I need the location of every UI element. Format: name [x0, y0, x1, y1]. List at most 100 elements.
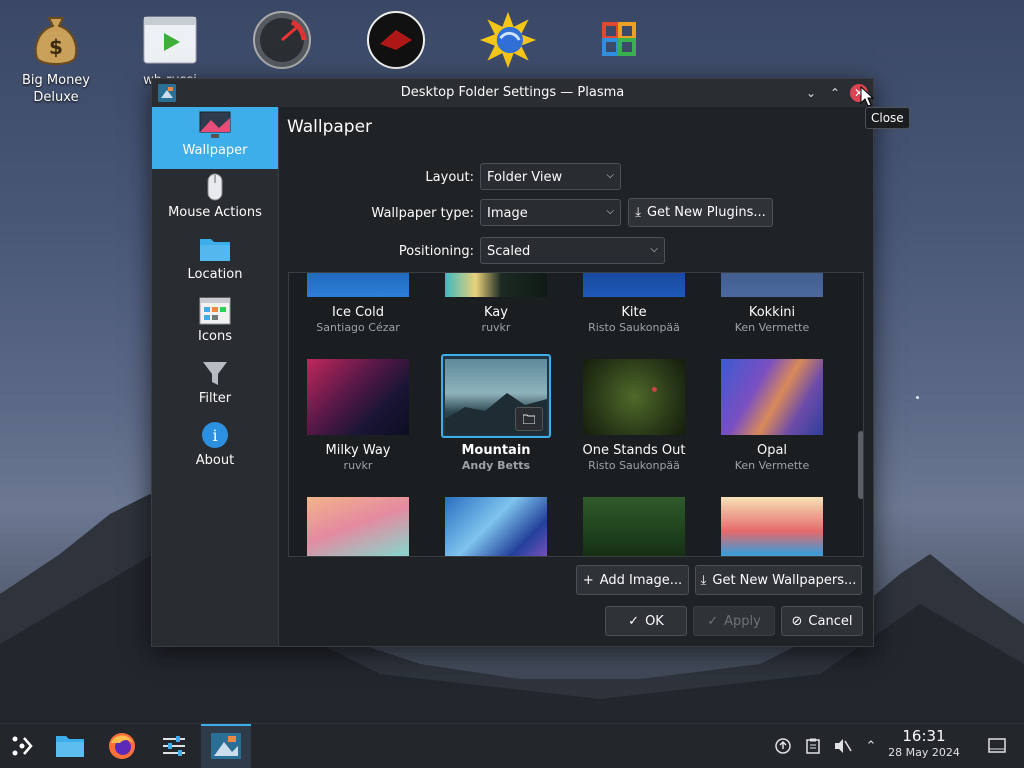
- firefox-icon: [109, 733, 135, 759]
- sidebar-item-label: Icons: [198, 329, 232, 344]
- apply-button[interactable]: ✓ Apply: [693, 606, 775, 636]
- desktop-icon-gauge[interactable]: [234, 10, 330, 70]
- svg-text:$: $: [49, 35, 63, 59]
- wallpaper-tile[interactable]: Milky Way ruvkr: [289, 359, 427, 472]
- wallpaper-tile[interactable]: [427, 497, 565, 556]
- desktop-icon-red-app[interactable]: [348, 10, 444, 70]
- video-player-icon: [140, 10, 200, 70]
- update-notifier-icon[interactable]: [774, 737, 792, 755]
- wallpaper-tile[interactable]: Kokkini Ken Vermette: [703, 273, 841, 334]
- office-suite-icon: [590, 10, 650, 70]
- chevron-up-icon[interactable]: ⌃: [862, 737, 880, 755]
- ok-button[interactable]: ✓ OK: [605, 606, 687, 636]
- wallpaper-tile[interactable]: [289, 497, 427, 556]
- close-tooltip: Close: [865, 107, 910, 129]
- positioning-select[interactable]: Scaled ⌵: [480, 237, 665, 264]
- sidebar-item-label: About: [195, 453, 235, 468]
- wallpaper-tile[interactable]: Kite Risto Saukonpää: [565, 273, 703, 334]
- wallpaper-author: ruvkr: [481, 321, 511, 334]
- wallpaper-tile[interactable]: [703, 497, 841, 556]
- download-icon: ⤓: [635, 205, 641, 220]
- mouse-icon: [199, 169, 231, 204]
- get-new-wallpapers-button[interactable]: ⤓ Get New Wallpapers...: [695, 565, 862, 595]
- sidebar-item-filter[interactable]: Filter: [152, 355, 278, 417]
- sidebar-item-icons[interactable]: Icons: [152, 293, 278, 355]
- clipboard-icon[interactable]: [804, 737, 822, 755]
- sidebar-item-mouse-actions[interactable]: Mouse Actions: [152, 169, 278, 231]
- wallpaper-author: Santiago Cézar: [316, 321, 400, 334]
- scrollbar-thumb[interactable]: [858, 431, 863, 499]
- wallpaper-thumbnail: [721, 273, 823, 297]
- add-image-button[interactable]: + Add Image...: [576, 565, 689, 595]
- clock-date: 28 May 2024: [888, 746, 960, 759]
- wallpaper-thumbnail: [583, 273, 685, 297]
- get-new-plugins-button[interactable]: ⤓ Get New Plugins...: [628, 198, 773, 227]
- wallpaper-name: Opal: [756, 443, 788, 458]
- positioning-value: Scaled: [487, 244, 531, 259]
- desktop-icon-big-money[interactable]: $ Big Money Deluxe: [8, 10, 104, 106]
- volume-muted-icon[interactable]: [834, 737, 852, 755]
- taskbar-firefox[interactable]: [106, 730, 138, 762]
- wallpaper-name: Mountain: [461, 443, 531, 458]
- wallpaper-thumbnail: [307, 497, 409, 556]
- sidebar-item-location[interactable]: Location: [152, 231, 278, 293]
- desktop-icon-office[interactable]: [572, 10, 668, 70]
- checkmark-icon: ✓: [628, 613, 640, 629]
- layout-label: Layout:: [425, 170, 474, 185]
- grid-scrollbar[interactable]: [858, 273, 863, 556]
- wallpaper-thumbnail: [445, 273, 547, 297]
- digital-clock[interactable]: 16:31 28 May 2024: [880, 728, 968, 761]
- window-title: Desktop Folder Settings — Plasma: [400, 85, 625, 100]
- minimize-button[interactable]: ⌄: [802, 84, 820, 102]
- wallpaper-type-select[interactable]: Image ⌵: [480, 199, 621, 226]
- wallpaper-tile[interactable]: One Stands Out Risto Saukonpää: [565, 359, 703, 472]
- wallpaper-thumbnail: [721, 359, 823, 435]
- sidebar-item-label: Filter: [198, 391, 232, 406]
- wallpaper-type-label: Wallpaper type:: [371, 206, 474, 221]
- wallpaper-tile[interactable]: [565, 497, 703, 556]
- sidebar-item-label: Mouse Actions: [168, 205, 262, 220]
- star: [916, 396, 919, 399]
- maximize-button[interactable]: ⌃: [826, 84, 844, 102]
- show-desktop-icon[interactable]: [988, 737, 1006, 755]
- chevron-down-icon: ⌵: [650, 244, 658, 255]
- wallpaper-name: Kokkini: [748, 305, 796, 320]
- chevron-up-icon: ⌃: [829, 86, 841, 100]
- wallpaper-author: Risto Saukonpää: [588, 321, 680, 334]
- wallpaper-tile[interactable]: Opal Ken Vermette: [703, 359, 841, 472]
- application-launcher[interactable]: [6, 730, 38, 762]
- speedometer-icon: [252, 10, 312, 70]
- wallpaper-thumbnail: [445, 359, 547, 435]
- taskbar-system-settings[interactable]: [158, 730, 190, 762]
- wallpaper-tile[interactable]: Kay ruvkr: [427, 273, 565, 334]
- desktop-icon-globe[interactable]: [460, 10, 556, 70]
- wallpaper-type-value: Image: [487, 206, 528, 221]
- wallpaper-name: Kay: [484, 305, 508, 320]
- sidebar-item-label: Location: [187, 267, 243, 282]
- layout-value: Folder View: [487, 170, 563, 185]
- funnel-icon: [199, 355, 231, 390]
- settings-dialog: Desktop Folder Settings — Plasma ⌄ ⌃ ✕ W…: [151, 78, 874, 647]
- wallpaper-tile-selected[interactable]: Mountain Andy Betts: [427, 359, 565, 472]
- wallpaper-icon: [199, 107, 231, 142]
- clock-time: 16:31: [902, 727, 946, 745]
- folder-overlay-icon[interactable]: [515, 407, 543, 431]
- wallpaper-grid[interactable]: Ice Cold Santiago Cézar Kay ruvkr Kite R…: [288, 272, 864, 557]
- taskbar-file-manager[interactable]: [54, 730, 86, 762]
- layout-select[interactable]: Folder View ⌵: [480, 163, 621, 190]
- sidebar-item-wallpaper[interactable]: Wallpaper: [152, 107, 278, 169]
- checkmark-icon: ✓: [707, 613, 719, 629]
- wallpaper-thumbnail: [307, 359, 409, 435]
- title-bar[interactable]: Desktop Folder Settings — Plasma ⌄ ⌃ ✕: [152, 79, 873, 107]
- wallpaper-tile[interactable]: Ice Cold Santiago Cézar: [289, 273, 427, 334]
- wallpaper-name: Milky Way: [325, 443, 391, 458]
- chevron-down-icon: ⌄: [805, 86, 817, 100]
- kde-launcher-icon: [12, 736, 33, 756]
- taskbar-active-task[interactable]: [201, 724, 251, 768]
- cancel-button[interactable]: ⊘ Cancel: [781, 606, 863, 636]
- apply-label: Apply: [724, 613, 761, 629]
- ok-label: OK: [645, 613, 664, 629]
- sidebar-item-about[interactable]: i About: [152, 417, 278, 479]
- sun-globe-icon: [478, 10, 538, 70]
- settings-content: Wallpaper Layout: Folder View ⌵ Wallpape…: [279, 107, 873, 646]
